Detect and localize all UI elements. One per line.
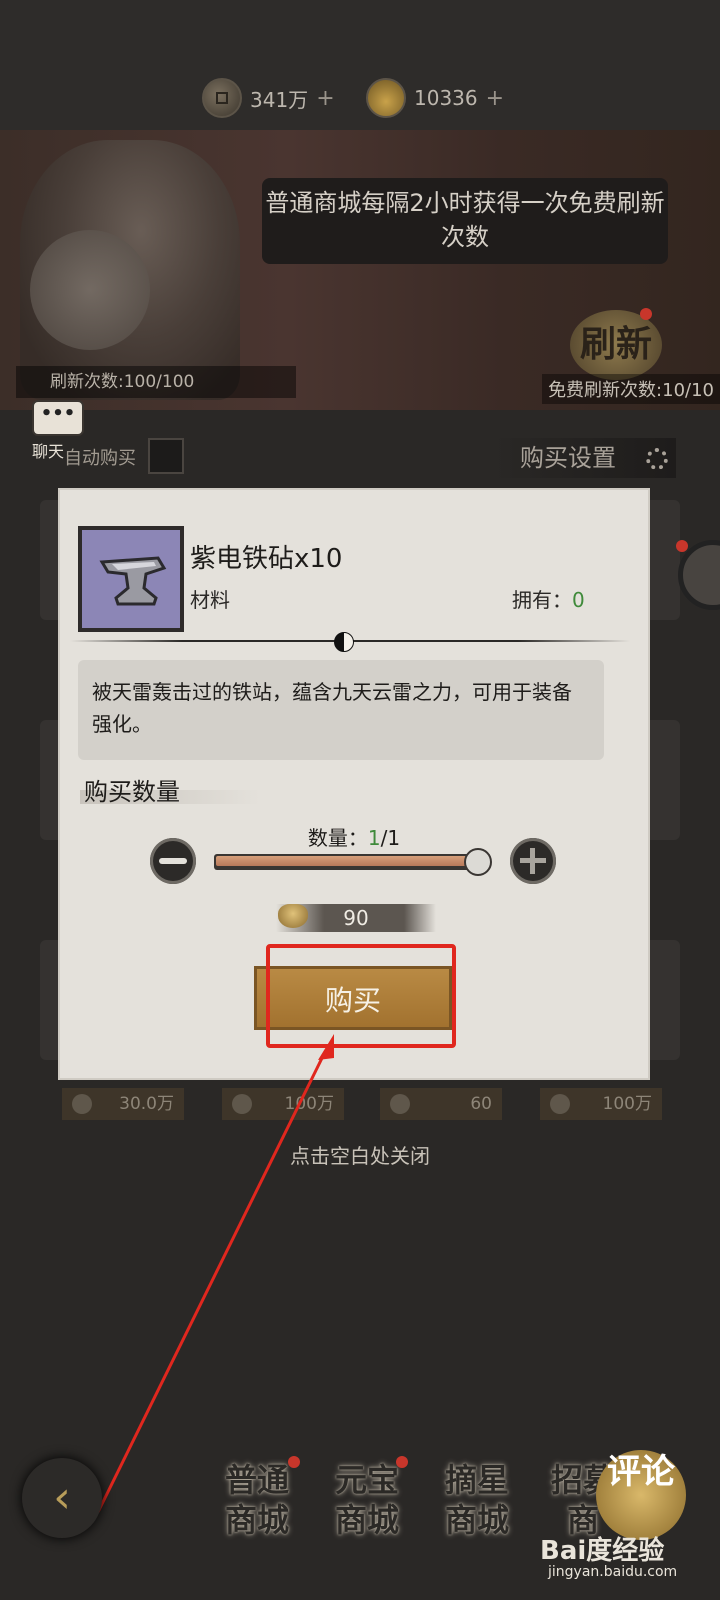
shop-screen: 341万 + 10336 + 普通商城每隔2小时获得一次免费刷新次数 刷新次数:…	[0, 0, 720, 1600]
back-button[interactable]: ‹	[22, 1458, 102, 1538]
tab-ingot-shop[interactable]: 元宝商城	[322, 1460, 412, 1540]
comment-badge[interactable]: 评论	[596, 1450, 686, 1540]
tab-star-shop[interactable]: 摘星商城	[432, 1460, 522, 1540]
tab-normal-shop[interactable]: 普通商城	[212, 1460, 302, 1540]
bottom-nav: ‹ 普通商城 元宝商城 摘星商城 招募商 评论 Bai度经验 jingyan.b…	[0, 1440, 720, 1600]
annotation-arrow	[96, 1034, 334, 1513]
notification-dot	[288, 1456, 300, 1468]
watermark-url: jingyan.baidu.com	[548, 1564, 678, 1580]
notification-dot	[396, 1456, 408, 1468]
watermark-logo: Bai度经验	[540, 1536, 665, 1566]
